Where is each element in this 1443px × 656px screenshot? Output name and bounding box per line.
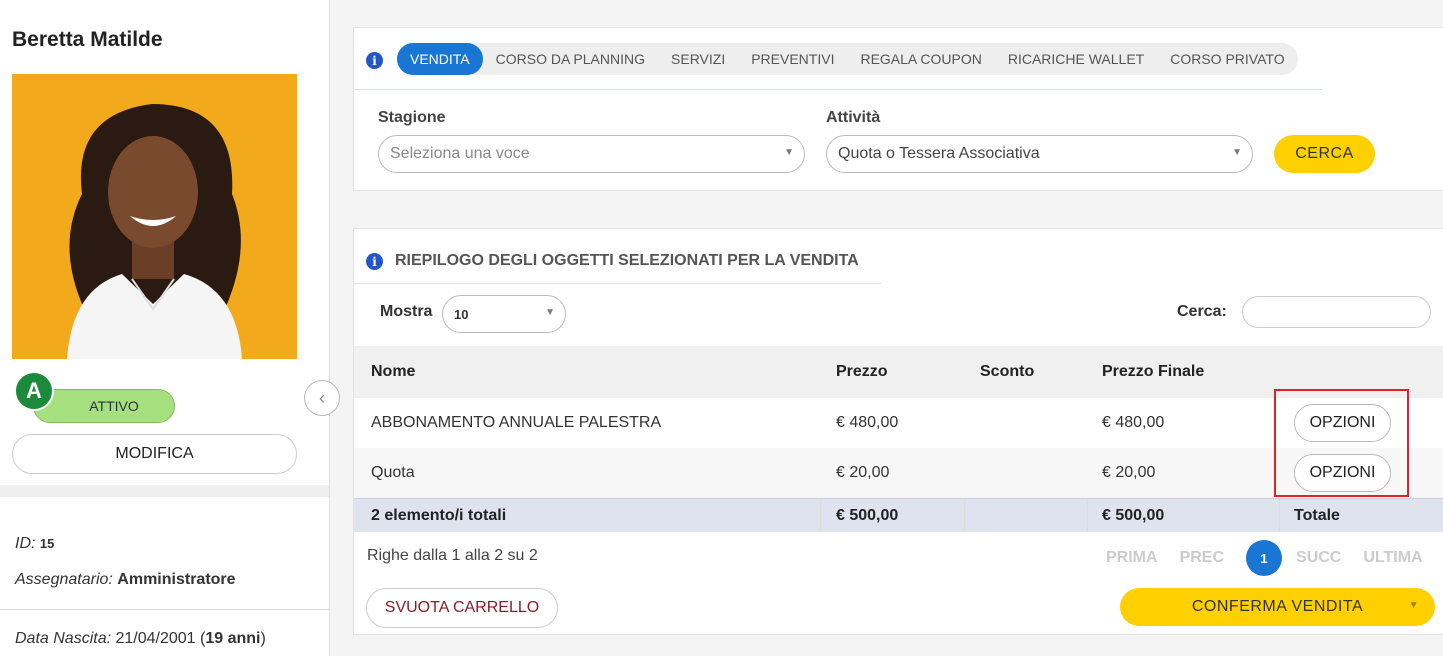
col-header-nome[interactable]: Nome <box>371 363 415 381</box>
show-label: Mostra <box>380 303 433 320</box>
totals-row: 2 elemento/i totali € 500,00 € 500,00 To… <box>354 498 1443 532</box>
activity-select-value: Quota o Tessera Associativa <box>838 145 1040 162</box>
birth-label: Data Nascita: <box>15 630 112 647</box>
tab-preventivi[interactable]: PREVENTIVI <box>738 43 847 75</box>
info-icon[interactable]: i <box>366 52 383 69</box>
caret-down-icon: ▼ <box>545 307 555 318</box>
collapse-sidebar-button[interactable]: ‹ <box>304 380 340 416</box>
tab-list: VENDITA CORSO DA PLANNING SERVIZI PREVEN… <box>397 43 1298 75</box>
status-avatar-badge: A <box>14 371 54 411</box>
age-value: 19 anni <box>205 630 261 647</box>
season-select[interactable]: Seleziona una voce ▼ <box>378 135 805 173</box>
pager-next[interactable]: SUCC <box>1296 549 1341 567</box>
info-id: ID: 15 <box>15 535 54 553</box>
column-divider <box>1279 499 1280 532</box>
page-size-select[interactable]: 10 ▼ <box>442 295 566 333</box>
tab-vendita[interactable]: VENDITA <box>397 43 483 75</box>
rows-info: Righe dalla 1 alla 2 su 2 <box>367 547 538 564</box>
summary-title: RIEPILOGO DEGLI OGGETTI SELEZIONATI PER … <box>395 252 859 269</box>
totals-count: 2 elemento/i totali <box>371 506 507 524</box>
options-highlight-box <box>1274 389 1409 497</box>
info-icon[interactable]: i <box>366 253 383 270</box>
season-select-value: Seleziona una voce <box>390 145 530 162</box>
status-badge: ATTIVO <box>33 389 175 423</box>
pager-last[interactable]: ULTIMA <box>1363 549 1422 567</box>
pagination: PRIMA PREC 1 SUCC ULTIMA <box>1106 540 1423 576</box>
totals-label: Totale <box>1294 506 1340 524</box>
confirm-sale-button[interactable]: CONFERMA VENDITA ▼ <box>1120 588 1435 626</box>
tab-ricariche-wallet[interactable]: RICARICHE WALLET <box>995 43 1157 75</box>
profile-photo <box>12 74 297 359</box>
id-label: ID: <box>15 535 36 552</box>
edit-profile-button[interactable]: MODIFICA <box>12 434 297 474</box>
search-button[interactable]: CERCA <box>1274 135 1375 173</box>
row-prezzo-finale: € 480,00 <box>1102 414 1165 431</box>
confirm-sale-label: CONFERMA VENDITA <box>1191 598 1364 615</box>
page-size-value: 10 <box>454 306 469 322</box>
row-nome: ABBONAMENTO ANNUALE PALESTRA <box>371 414 662 431</box>
id-value: 15 <box>39 536 55 551</box>
totals-prezzo: € 500,00 <box>836 506 899 524</box>
birth-value: 21/04/2001 ( <box>115 630 206 647</box>
col-header-sconto[interactable]: Sconto <box>980 363 1034 381</box>
pager-first[interactable]: PRIMA <box>1106 549 1158 567</box>
row-prezzo-finale: € 20,00 <box>1102 464 1156 481</box>
tabs-bar: i VENDITA CORSO DA PLANNING SERVIZI PREV… <box>354 28 1322 90</box>
row-prezzo: € 480,00 <box>836 414 899 431</box>
sidebar-separator <box>0 485 329 497</box>
col-header-prezzo-finale[interactable]: Prezzo Finale <box>1102 363 1204 381</box>
age-close: ) <box>260 630 266 647</box>
tab-corso-privato[interactable]: CORSO PRIVATO <box>1157 43 1297 75</box>
assignee-value: Amministratore <box>117 571 236 588</box>
pager-prev[interactable]: PREC <box>1180 549 1224 567</box>
tab-servizi[interactable]: SERVIZI <box>658 43 738 75</box>
table-search-input[interactable] <box>1242 296 1431 328</box>
sale-search-card: i VENDITA CORSO DA PLANNING SERVIZI PREV… <box>353 27 1443 191</box>
tab-corso-da-planning[interactable]: CORSO DA PLANNING <box>483 43 658 75</box>
assignee-label: Assegnatario: <box>15 571 113 588</box>
col-header-prezzo[interactable]: Prezzo <box>836 363 888 381</box>
row-nome: Quota <box>371 464 415 481</box>
row-prezzo: € 20,00 <box>836 464 890 481</box>
sidebar: Beretta Matilde A ATTIVO MODIFICA ID: 15… <box>0 0 330 656</box>
caret-down-icon: ▼ <box>1232 147 1242 158</box>
column-divider <box>964 499 965 532</box>
column-divider <box>820 499 821 532</box>
activity-select[interactable]: Quota o Tessera Associativa ▼ <box>826 135 1253 173</box>
caret-down-icon[interactable]: ▼ <box>1409 600 1419 611</box>
info-divider <box>0 609 329 610</box>
tab-regala-coupon[interactable]: REGALA COUPON <box>847 43 994 75</box>
totals-prezzo-finale: € 500,00 <box>1102 506 1165 524</box>
column-divider <box>1087 499 1088 532</box>
activity-label: Attività <box>826 109 881 126</box>
info-birth: Data Nascita: 21/04/2001 (19 anni) <box>15 630 266 648</box>
caret-down-icon: ▼ <box>784 147 794 158</box>
summary-header: i RIEPILOGO DEGLI OGGETTI SELEZIONATI PE… <box>354 229 881 284</box>
profile-name: Beretta Matilde <box>12 28 163 51</box>
info-assignee: Assegnatario: Amministratore <box>15 571 236 589</box>
pager-current-page[interactable]: 1 <box>1246 540 1283 576</box>
season-label: Stagione <box>378 109 446 126</box>
search-label: Cerca: <box>1177 303 1227 320</box>
empty-cart-button[interactable]: SVUOTA CARRELLO <box>366 588 558 628</box>
chevron-left-icon: ‹ <box>319 387 325 408</box>
